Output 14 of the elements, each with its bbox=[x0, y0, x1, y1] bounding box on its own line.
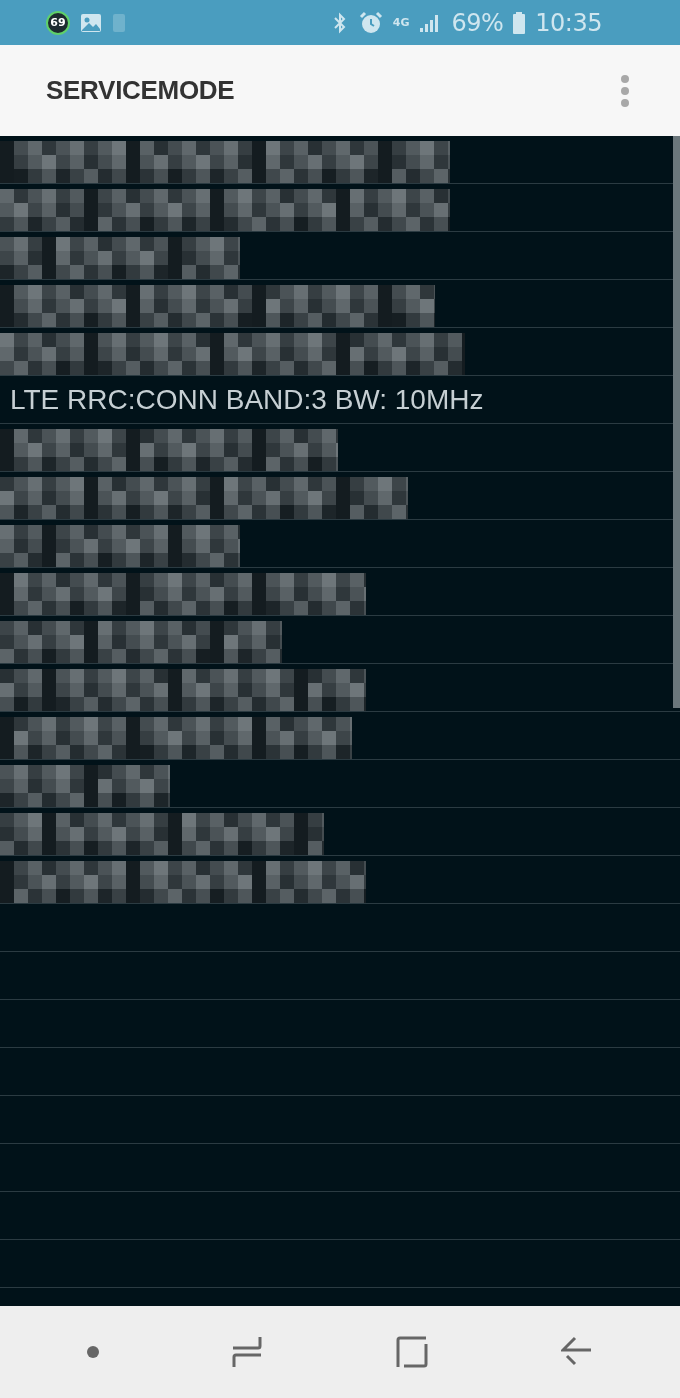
battery-icon bbox=[513, 11, 526, 34]
clock: 10:35 bbox=[535, 8, 602, 37]
battery-percent: 69% bbox=[451, 8, 504, 37]
screen-title: SERVICEMODE bbox=[46, 75, 236, 106]
image-icon bbox=[80, 12, 102, 33]
recents-icon[interactable] bbox=[232, 1336, 263, 1368]
back-icon[interactable] bbox=[561, 1336, 594, 1368]
dot-icon[interactable] bbox=[86, 1346, 99, 1358]
network-type: 4G bbox=[392, 17, 410, 28]
alarm-icon bbox=[358, 10, 383, 35]
home-icon[interactable] bbox=[395, 1336, 428, 1368]
info-line: LTE RRC:CONN BAND:3 BW: 10MHz bbox=[9, 383, 484, 416]
notification-badge: 69 bbox=[46, 10, 70, 35]
phone-icon bbox=[112, 12, 126, 33]
